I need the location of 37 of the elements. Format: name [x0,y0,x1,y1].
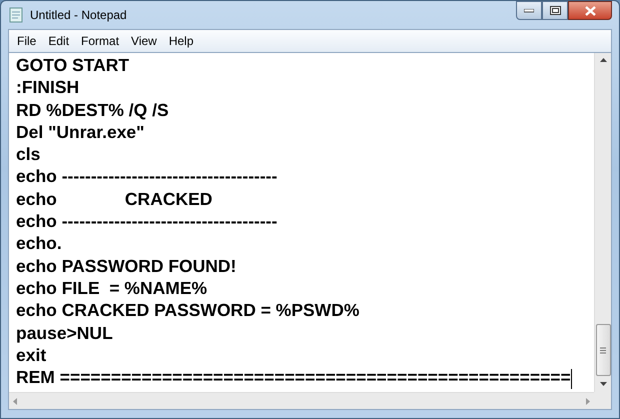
down-arrow-icon [600,382,606,386]
close-button[interactable] [568,1,612,20]
scroll-thumb[interactable] [596,324,610,376]
up-arrow-icon [600,58,606,62]
minimize-button[interactable] [516,1,542,20]
menu-item[interactable]: Edit [42,32,76,50]
code-line: GOTO START [16,54,130,76]
left-arrow-icon [13,398,17,404]
code-line: pause>NUL [16,322,113,344]
window-title: Untitled - Notepad [30,8,128,22]
code-line: RD %DEST% /Q /S [16,98,169,121]
menu-item[interactable]: Format [75,32,126,50]
code-line: echo FILE = %NAME% [16,276,208,300]
menu-item[interactable]: Help [162,32,200,50]
menu-item[interactable]: View [125,32,163,50]
text-cursor [570,368,572,389]
code-line: echo CRACKED PASSWORD = %PSWD% [16,299,360,322]
code-line: echo. [16,232,62,255]
code-line: Del "Unrar.exe" [16,120,144,144]
horizontal-scrollbar[interactable] [9,392,594,409]
menu-item[interactable]: File [11,32,42,50]
code-line: echo CRACKED [16,188,212,210]
code-line: :FINISH [16,76,80,99]
right-arrow-icon [586,398,590,404]
maximize-button[interactable] [542,1,568,20]
code-line: exit [16,344,46,366]
code-line: echo ------------------------------------- [16,210,278,232]
close-icon [584,6,596,16]
grip-icon [600,346,606,354]
code-line: echo PASSWORD FOUND! [16,254,236,277]
minimize-icon [524,8,534,12]
code-line: REM ================================================== [16,366,572,389]
notepad-icon [8,7,24,23]
code-line: echo ------------------------------------- [16,165,278,188]
vertical-scrollbar[interactable] [594,53,611,392]
code-line: cls [16,143,40,166]
maximize-icon [550,6,560,15]
